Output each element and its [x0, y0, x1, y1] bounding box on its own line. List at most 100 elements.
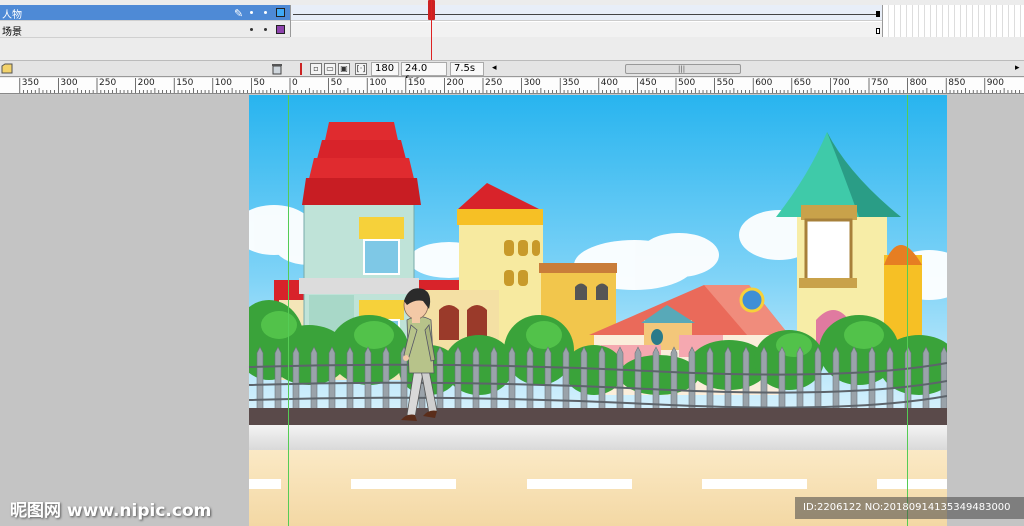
frame-row-character[interactable]	[291, 5, 883, 21]
layer-name[interactable]: 场景	[2, 23, 22, 38]
fence-picket	[580, 346, 588, 414]
ruler-label: 100	[369, 78, 387, 88]
fence-picket	[904, 346, 912, 414]
ruler-label: 250	[485, 78, 503, 88]
fence-picket	[940, 346, 947, 414]
new-layer-icon[interactable]	[1, 63, 13, 75]
horizontal-ruler: 350 300 250 200 150 100 50 0 50 100 150 200 250 300 35…	[0, 78, 1024, 94]
layer-row-scene[interactable]: 场景	[0, 22, 290, 38]
ruler-label: 300	[523, 78, 541, 88]
fence-picket	[868, 346, 876, 414]
empty-frames[interactable]	[882, 5, 1024, 37]
ruler-label: 700	[832, 78, 850, 88]
fence-picket	[490, 346, 498, 414]
ruler-label: 500	[678, 78, 696, 88]
lock-dot-icon[interactable]	[264, 28, 267, 31]
fence-picket	[310, 346, 318, 414]
ruler-label: 800	[909, 78, 927, 88]
scrollbar-grip-icon[interactable]: |||	[678, 65, 685, 73]
ruler-label: 650	[793, 78, 811, 88]
fence-picket	[328, 346, 336, 414]
show-hide-dot-icon[interactable]	[250, 28, 253, 31]
lock-dot-icon[interactable]	[264, 11, 267, 14]
ruler-label: 300	[60, 78, 78, 88]
fence-picket	[688, 346, 696, 414]
fence-picket	[364, 346, 372, 414]
motion-tween-line	[293, 14, 877, 15]
ruler-label: 150	[407, 78, 425, 88]
fence-picket	[346, 346, 354, 414]
ruler-label: 50	[330, 78, 343, 88]
fence-picket	[832, 346, 840, 414]
ruler-label: 200	[446, 78, 464, 88]
ruler-label: 0	[292, 78, 298, 88]
ruler-label: 200	[137, 78, 155, 88]
guide-line-left[interactable]	[288, 95, 289, 526]
frame-rate-display[interactable]: 24.0 fps	[401, 62, 447, 86]
fence-picket	[562, 346, 570, 414]
pencil-icon: ✎	[234, 7, 244, 20]
ruler-label: 250	[99, 78, 117, 88]
ruler-label: 600	[755, 78, 773, 88]
fence-picket	[850, 346, 858, 414]
fence-picket	[796, 346, 804, 414]
scroll-left-icon[interactable]: ◂	[492, 63, 497, 73]
show-hide-dot-icon[interactable]	[250, 11, 253, 14]
fence-picket	[814, 346, 822, 414]
scene-illustration	[249, 95, 947, 526]
timeline-panel: 人物 ✎ 场景 ▫ ▭ ▣ [·] 180 24.0 7.5s ◂ ||| ▸	[0, 0, 1024, 86]
playhead-line	[431, 0, 432, 64]
fence-picket	[454, 346, 462, 414]
fence-picket	[670, 346, 678, 414]
outline-color-swatch[interactable]	[276, 8, 285, 17]
fence-picket	[742, 346, 750, 414]
watermark-id: ID:2206122 NO:20180914135349483000	[795, 497, 1024, 519]
fence-picket	[706, 346, 714, 414]
fence-picket	[436, 346, 444, 414]
ruler-label: 550	[716, 78, 734, 88]
ruler-label: 100	[214, 78, 232, 88]
sidewalk	[249, 425, 947, 450]
outline-color-swatch[interactable]	[276, 25, 285, 34]
center-frame-icon[interactable]	[295, 63, 307, 75]
ruler-label: 350	[562, 78, 580, 88]
ruler-label: 50	[253, 78, 265, 88]
keyframe-marker[interactable]	[876, 11, 880, 17]
edit-multiple-frames-icon[interactable]: ▣	[338, 63, 350, 75]
layer-row-character[interactable]: 人物 ✎	[0, 5, 290, 21]
fence-picket	[544, 346, 552, 414]
ruler-label: 350	[21, 78, 39, 88]
onion-skin-outline-icon[interactable]: ▭	[324, 63, 336, 75]
watermark-site: 昵图网 www.nipic.com	[10, 501, 212, 521]
stage-pasteboard	[0, 95, 1024, 526]
fence-picket	[778, 346, 786, 414]
layer-name[interactable]: 人物	[2, 6, 22, 21]
fence-picket	[760, 346, 768, 414]
ruler-label: 150	[176, 78, 194, 88]
ruler-label: 750	[871, 78, 889, 88]
fence-picket	[382, 346, 390, 414]
ruler-label: 850	[948, 78, 966, 88]
fence-picket	[724, 346, 732, 414]
frame-grid[interactable]	[290, 5, 883, 37]
ruler-label: 400	[600, 78, 618, 88]
fence-picket	[256, 346, 264, 414]
fence-picket	[526, 346, 534, 414]
fence-picket	[922, 346, 930, 414]
frame-row-scene[interactable]	[291, 22, 883, 37]
timeline-scrollbar[interactable]: |||	[625, 64, 741, 74]
stage-canvas[interactable]	[249, 95, 947, 526]
modify-onion-markers-icon[interactable]: [·]	[355, 63, 367, 75]
current-frame-display: 180	[371, 62, 399, 76]
fence-picket	[292, 346, 300, 414]
ruler-label: 900	[986, 78, 1004, 88]
scroll-right-icon[interactable]: ▸	[1015, 63, 1020, 73]
curb-dark	[249, 408, 947, 425]
fence-picket	[274, 346, 282, 414]
fence-picket	[652, 346, 660, 414]
delete-layer-icon[interactable]	[271, 63, 283, 75]
fence-picket	[472, 346, 480, 414]
onion-skin-icon[interactable]: ▫	[310, 63, 322, 75]
guide-line-right[interactable]	[907, 95, 908, 526]
end-frame-marker[interactable]	[876, 28, 880, 34]
